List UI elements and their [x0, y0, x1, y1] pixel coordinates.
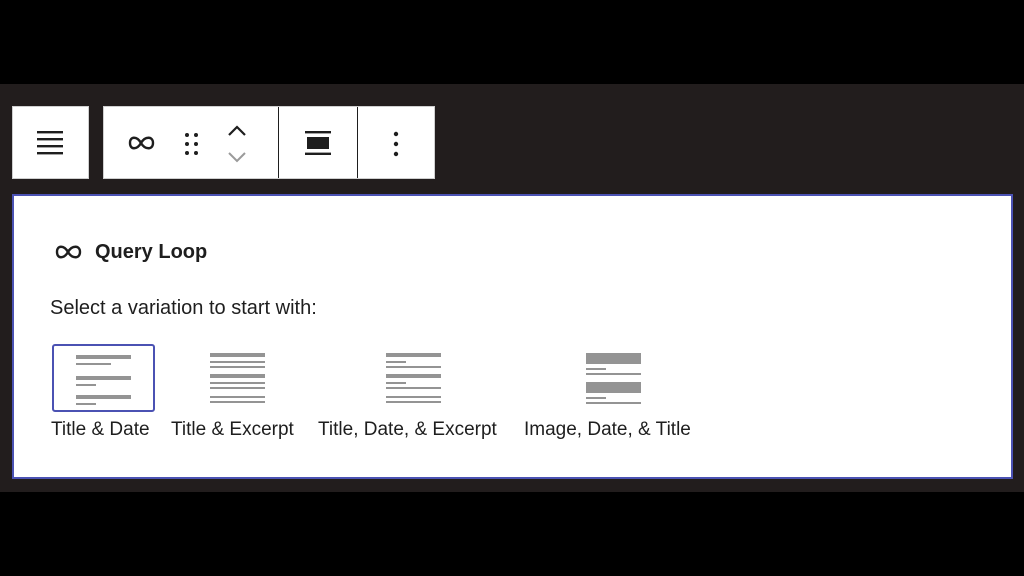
preview-line: [386, 374, 441, 378]
preview-line: [210, 401, 265, 403]
preview-line: [76, 355, 131, 359]
preview-line: [386, 366, 441, 368]
align-button[interactable]: [279, 107, 357, 178]
select-parent-button[interactable]: [12, 106, 89, 179]
preview-line: [210, 366, 265, 368]
variation-label: Title, Date, & Excerpt: [318, 419, 497, 440]
query-loop-icon: [128, 136, 155, 150]
align-left-icon: [37, 131, 63, 155]
block-type-button[interactable]: [104, 107, 178, 178]
chevron-up-icon: [228, 125, 246, 136]
preview-line: [76, 403, 96, 405]
drag-handle-button[interactable]: [178, 107, 208, 178]
preview-line: [386, 361, 406, 363]
placeholder-title: Query Loop: [95, 241, 208, 263]
options-button[interactable]: [358, 107, 434, 178]
variation-label: Image, Date, & Title: [524, 419, 691, 440]
preview-line: [386, 353, 441, 357]
variation-label: Title & Excerpt: [171, 419, 294, 440]
preview-line: [210, 382, 265, 384]
preview-line: [76, 363, 111, 365]
variation-title-date-excerpt[interactable]: [372, 344, 456, 412]
variation-image-date-title[interactable]: [572, 344, 656, 412]
preview-line: [210, 361, 265, 363]
move-up-button[interactable]: [222, 119, 252, 143]
query-loop-placeholder: [12, 194, 1013, 479]
preview-line: [586, 373, 641, 375]
preview-line: [210, 374, 265, 378]
preview-line: [586, 397, 606, 399]
preview-line: [386, 382, 406, 384]
preview-line: [586, 402, 641, 404]
drag-handle-icon: [185, 133, 198, 155]
preview-line: [76, 384, 96, 386]
preview-line: [210, 396, 265, 398]
preview-line: [386, 401, 441, 403]
preview-line: [586, 368, 606, 370]
block-toolbar: [103, 106, 435, 179]
variation-label: Title & Date: [51, 419, 150, 440]
placeholder-instructions: Select a variation to start with:: [50, 297, 317, 319]
chevron-down-icon: [228, 152, 246, 163]
preview-line: [210, 387, 265, 389]
preview-line: [386, 387, 441, 389]
preview-image: [586, 353, 641, 364]
more-vertical-icon: [393, 131, 399, 157]
variation-title-date[interactable]: [52, 344, 155, 412]
query-loop-icon: [55, 245, 82, 259]
preview-line: [386, 396, 441, 398]
preview-image: [586, 382, 641, 393]
variation-title-excerpt[interactable]: [196, 344, 280, 412]
preview-line: [76, 395, 131, 399]
preview-line: [210, 353, 265, 357]
move-down-button[interactable]: [222, 145, 252, 169]
preview-line: [76, 376, 131, 380]
align-full-width-icon: [305, 131, 331, 155]
